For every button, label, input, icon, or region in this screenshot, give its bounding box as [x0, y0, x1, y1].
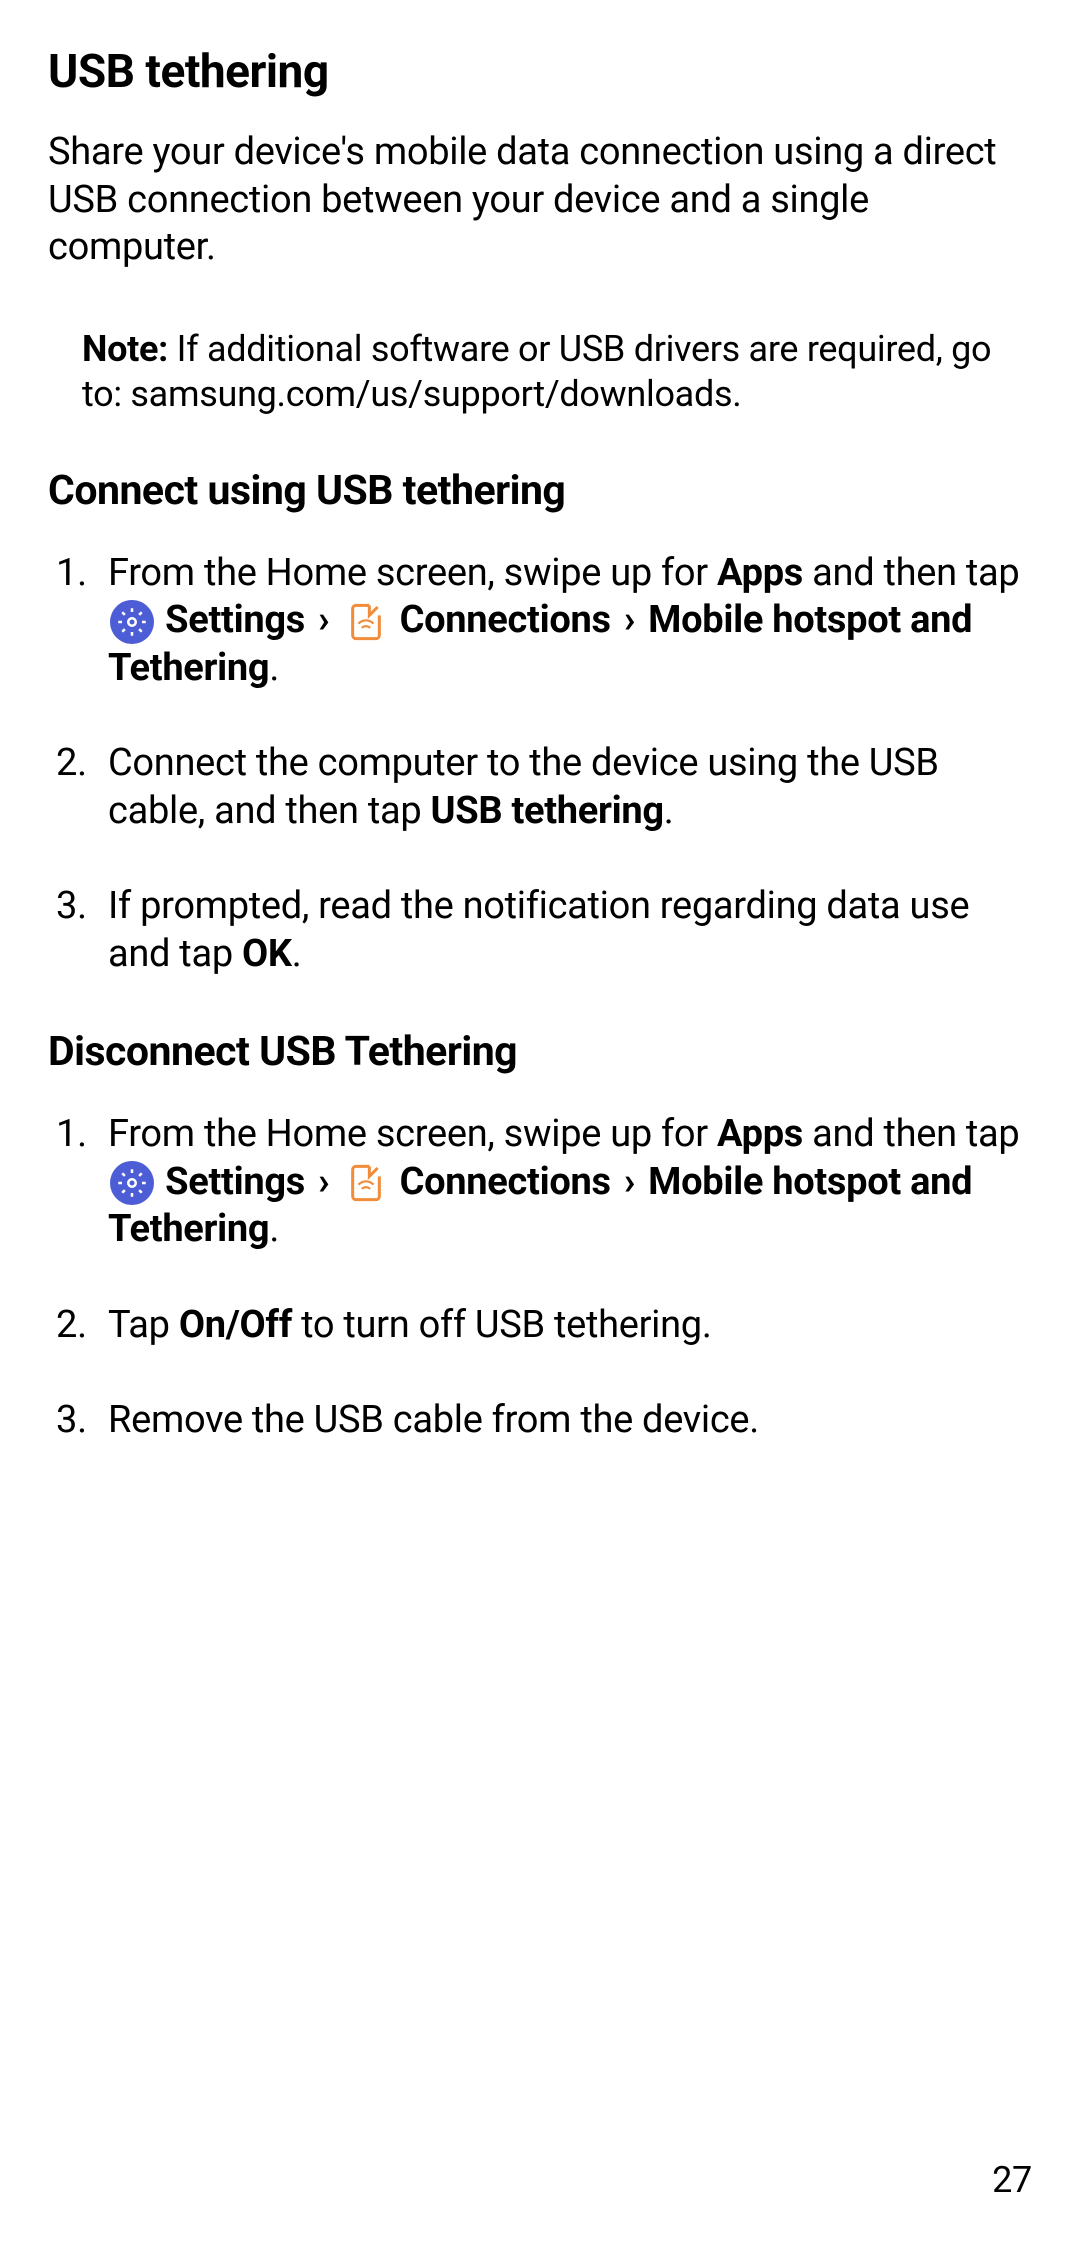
list-item: From the Home screen, swipe up for Apps …	[48, 1111, 1032, 1254]
heading-connect: Connect using USB tethering	[48, 467, 1032, 515]
connect-steps-list: From the Home screen, swipe up for Apps …	[48, 550, 1032, 979]
settings-label: Settings	[165, 598, 305, 642]
apps-label: Apps	[717, 551, 803, 595]
step-text: Remove the USB cable from the device.	[108, 1398, 759, 1442]
heading-disconnect: Disconnect USB Tethering	[48, 1028, 1032, 1076]
note-block: Note: If additional software or USB driv…	[48, 327, 1032, 417]
step-text: .	[269, 646, 279, 690]
chevron-right-icon: ›	[624, 598, 635, 642]
step-text: From the Home screen, swipe up for	[108, 551, 717, 595]
chevron-right-icon: ›	[318, 1160, 329, 1204]
heading-usb-tethering: USB tethering	[48, 45, 1032, 99]
step-text: .	[292, 932, 302, 976]
step-text: From the Home screen, swipe up for	[108, 1112, 717, 1156]
gear-icon	[110, 1161, 154, 1205]
connections-icon	[344, 1161, 388, 1205]
chevron-right-icon: ›	[318, 598, 329, 642]
on-off-label: On/Off	[179, 1303, 292, 1347]
apps-label: Apps	[717, 1112, 803, 1156]
list-item: From the Home screen, swipe up for Apps …	[48, 550, 1032, 693]
note-label: Note:	[82, 328, 177, 370]
note-body-3: .	[732, 373, 741, 415]
step-text: to turn off USB tethering.	[292, 1303, 712, 1347]
list-item: Tap On/Off to turn off USB tethering.	[48, 1302, 1032, 1350]
step-text: and then tap	[803, 1112, 1019, 1156]
step-text: .	[664, 789, 674, 833]
disconnect-steps-list: From the Home screen, swipe up for Apps …	[48, 1111, 1032, 1445]
note-url: samsung.com/us/support/downloads	[130, 373, 732, 415]
page-number: 27	[992, 2159, 1032, 2201]
gear-icon	[110, 600, 154, 644]
intro-paragraph: Share your device's mobile data connecti…	[48, 129, 1032, 272]
step-text: .	[269, 1207, 279, 1251]
list-item: If prompted, read the notification regar…	[48, 883, 1032, 978]
usb-tethering-label: USB tethering	[431, 789, 664, 833]
step-text: If prompted, read the notification regar…	[108, 884, 969, 976]
step-text: Tap	[108, 1303, 179, 1347]
list-item: Remove the USB cable from the device.	[48, 1397, 1032, 1445]
chevron-right-icon: ›	[624, 1160, 635, 1204]
list-item: Connect the computer to the device using…	[48, 740, 1032, 835]
connections-label: Connections	[400, 1160, 611, 1204]
settings-label: Settings	[165, 1160, 305, 1204]
connections-icon	[344, 600, 388, 644]
connections-label: Connections	[400, 598, 611, 642]
step-text: and then tap	[803, 551, 1019, 595]
ok-label: OK	[242, 932, 292, 976]
